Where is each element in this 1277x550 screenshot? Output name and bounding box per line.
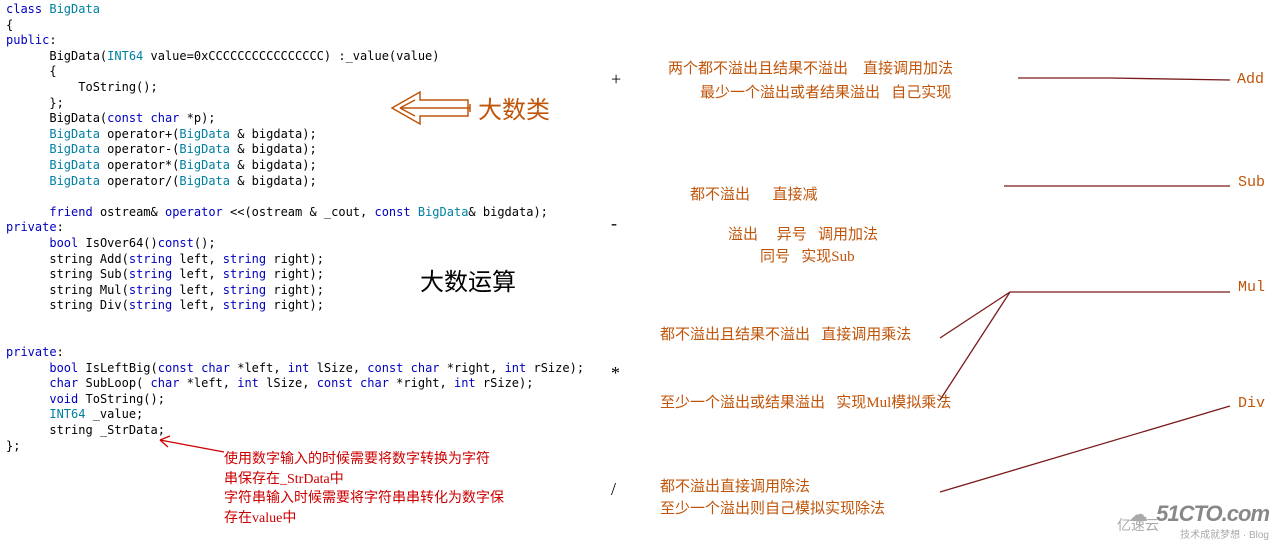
div-desc-2: 至少一个溢出则自己模拟实现除法 [660, 500, 885, 520]
label-sub: Sub [1238, 173, 1265, 193]
code-block: class BigData { public: BigData(INT64 va… [0, 0, 1277, 454]
mul-desc-1: 都不溢出且结果不溢出 直接调用乘法 [660, 326, 911, 346]
mul-desc-2: 至少一个溢出或结果溢出 实现Mul模拟乘法 [660, 394, 951, 414]
sub-desc-3: 同号 实现Sub [760, 248, 855, 268]
symbol-mul: * [611, 362, 620, 385]
label-bigdata-calc: 大数运算 [420, 268, 516, 299]
add-desc-1: 两个都不溢出且结果不溢出 直接调用加法 [668, 60, 953, 80]
label-bigdata-class: 大数类 [478, 96, 550, 127]
symbol-plus: + [611, 68, 621, 91]
sub-desc-2: 溢出 异号 调用加法 [728, 226, 878, 246]
watermark: ☁ 51CTO.com 技术成就梦想 · Blog [1156, 500, 1269, 542]
watermark-sub: 技术成就梦想 · Blog [1156, 529, 1269, 542]
label-add: Add [1237, 70, 1264, 90]
red-note: 使用数字输入的时候需要将数字转换为字符 串保存在_StrData中 字符串输入时… [224, 450, 524, 528]
div-desc-1: 都不溢出直接调用除法 [660, 478, 810, 498]
label-mul: Mul [1238, 278, 1265, 298]
add-desc-2: 最少一个溢出或者结果溢出 自己实现 [700, 84, 951, 104]
label-div: Div [1238, 394, 1265, 414]
sub-desc-1: 都不溢出 直接减 [690, 186, 818, 206]
watermark-brand: 51CTO.com [1156, 500, 1269, 529]
symbol-div: / [611, 478, 616, 501]
watermark-left: 亿速云 [1117, 518, 1159, 536]
symbol-minus: - [611, 212, 617, 235]
